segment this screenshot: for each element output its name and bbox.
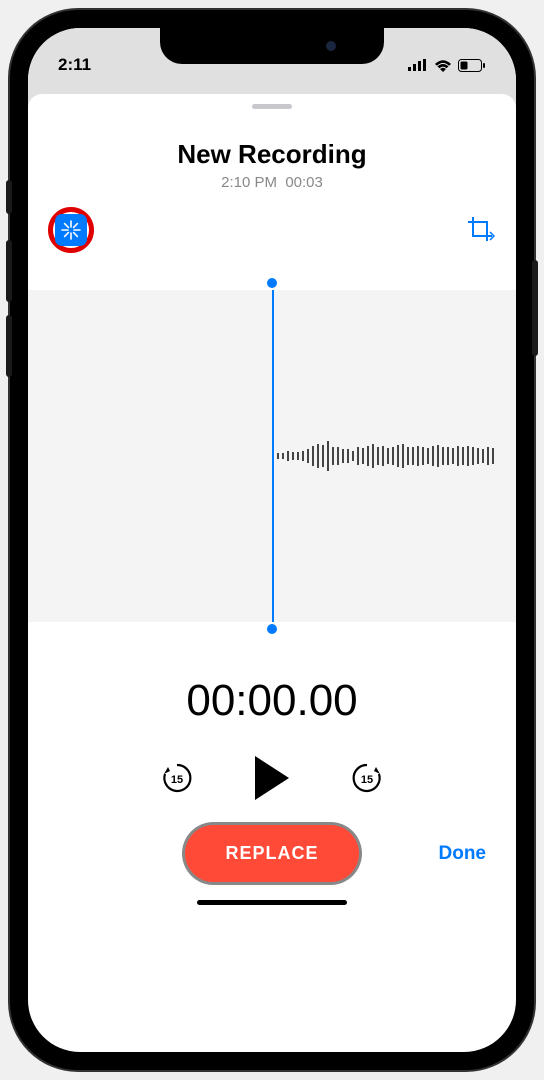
phone-frame: 2:11 New Recording 2:10 PM 00:03 — [10, 10, 534, 1070]
waveform-rail-top — [28, 276, 516, 290]
done-button[interactable]: Done — [439, 843, 487, 865]
sheet-backdrop: New Recording 2:10 PM 00:03 — [28, 84, 516, 915]
wifi-icon — [434, 59, 452, 72]
recording-subtitle: 2:10 PM 00:03 — [28, 174, 516, 191]
svg-text:15: 15 — [171, 774, 183, 786]
home-indicator[interactable] — [197, 900, 347, 905]
waveform-rail-bottom — [28, 622, 516, 636]
waveform-body[interactable] — [28, 290, 516, 622]
recording-duration: 00:03 — [285, 174, 323, 191]
battery-icon — [458, 59, 486, 72]
recording-time: 2:10 PM — [221, 174, 277, 191]
highlight-circle — [48, 207, 94, 253]
volume-down — [6, 315, 12, 377]
playhead-dot-top[interactable] — [267, 278, 277, 288]
waveform — [272, 376, 494, 536]
mute-switch — [6, 180, 12, 214]
magic-wand-icon — [61, 220, 81, 240]
skip-back-15-icon: 15 — [159, 760, 195, 796]
playhead[interactable] — [272, 290, 274, 622]
replace-button[interactable]: REPLACE — [185, 825, 358, 882]
notch — [160, 28, 384, 64]
recording-title: New Recording — [28, 139, 516, 170]
timer-display: 00:00.00 — [28, 676, 516, 726]
editor-sheet: New Recording 2:10 PM 00:03 — [28, 94, 516, 915]
power-button — [532, 260, 538, 356]
bottom-bar: REPLACE Done — [28, 800, 516, 900]
skip-back-button[interactable]: 15 — [159, 760, 195, 796]
volume-up — [6, 240, 12, 302]
enhance-button[interactable] — [55, 214, 87, 246]
status-time: 2:11 — [58, 55, 91, 75]
waveform-area[interactable] — [28, 276, 516, 636]
status-indicators — [408, 59, 486, 72]
skip-forward-button[interactable]: 15 — [349, 760, 385, 796]
playhead-dot-bottom[interactable] — [267, 624, 277, 634]
sheet-grabber[interactable] — [252, 104, 292, 109]
play-button[interactable] — [255, 756, 289, 800]
playback-controls: 15 15 — [28, 756, 516, 800]
svg-text:15: 15 — [361, 774, 373, 786]
skip-forward-15-icon: 15 — [349, 760, 385, 796]
cellular-icon — [408, 59, 428, 71]
screen: 2:11 New Recording 2:10 PM 00:03 — [28, 28, 516, 1052]
crop-icon — [466, 215, 496, 245]
edit-toolbar — [28, 191, 516, 251]
trim-button[interactable] — [466, 215, 496, 245]
